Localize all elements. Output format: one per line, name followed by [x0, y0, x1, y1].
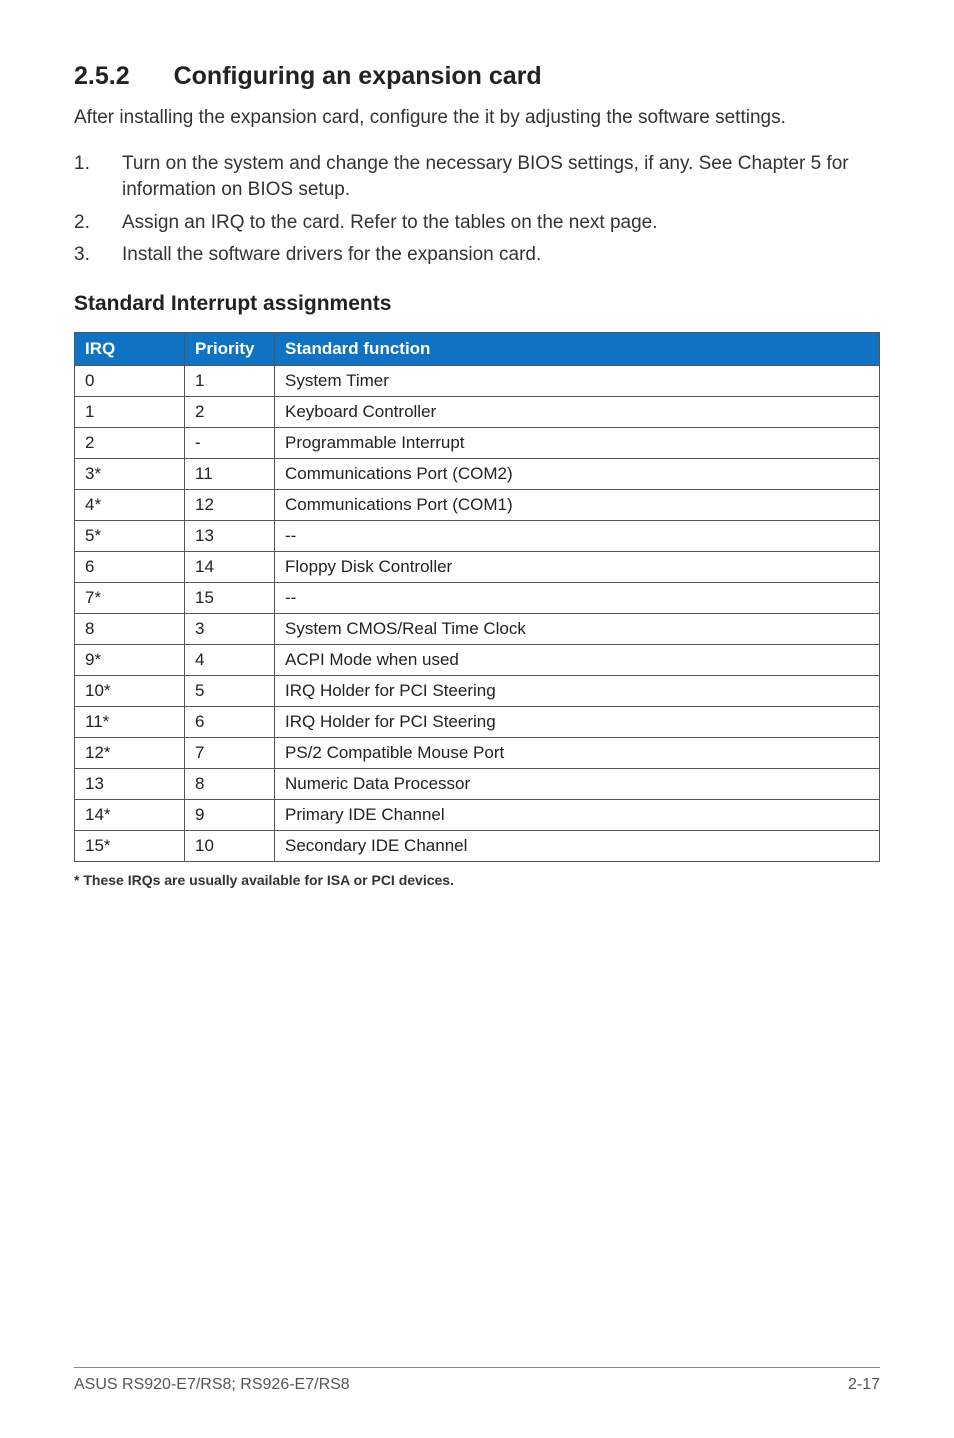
footer-left: ASUS RS920-E7/RS8; RS926-E7/RS8 — [74, 1376, 350, 1394]
cell-priority: 3 — [185, 614, 275, 645]
cell-irq: 14* — [75, 800, 185, 831]
cell-function: Communications Port (COM1) — [275, 490, 880, 521]
cell-function: System CMOS/Real Time Clock — [275, 614, 880, 645]
col-header-function: Standard function — [275, 333, 880, 366]
table-row: 83System CMOS/Real Time Clock — [75, 614, 880, 645]
section-title: Configuring an expansion card — [174, 62, 542, 90]
step-text: Install the software drivers for the exp… — [122, 242, 541, 268]
table-row: 15*10Secondary IDE Channel — [75, 831, 880, 862]
steps-list: 1. Turn on the system and change the nec… — [74, 151, 880, 268]
table-row: 614Floppy Disk Controller — [75, 552, 880, 583]
cell-function: Primary IDE Channel — [275, 800, 880, 831]
cell-priority: 14 — [185, 552, 275, 583]
step-item: 3. Install the software drivers for the … — [74, 242, 880, 268]
page-footer: ASUS RS920-E7/RS8; RS926-E7/RS8 2-17 — [74, 1367, 880, 1394]
intro-paragraph: After installing the expansion card, con… — [74, 105, 880, 131]
cell-priority: 10 — [185, 831, 275, 862]
cell-function: Numeric Data Processor — [275, 769, 880, 800]
cell-priority: 1 — [185, 366, 275, 397]
step-text: Assign an IRQ to the card. Refer to the … — [122, 210, 658, 236]
cell-priority: 7 — [185, 738, 275, 769]
cell-irq: 13 — [75, 769, 185, 800]
irq-table: IRQ Priority Standard function 01System … — [74, 332, 880, 862]
section-heading: 2.5.2 Configuring an expansion card — [74, 62, 880, 91]
cell-priority: 5 — [185, 676, 275, 707]
col-header-irq: IRQ — [75, 333, 185, 366]
cell-irq: 11* — [75, 707, 185, 738]
cell-irq: 15* — [75, 831, 185, 862]
cell-irq: 4* — [75, 490, 185, 521]
cell-function: Floppy Disk Controller — [275, 552, 880, 583]
cell-function: ACPI Mode when used — [275, 645, 880, 676]
cell-irq: 3* — [75, 459, 185, 490]
table-row: 9*4ACPI Mode when used — [75, 645, 880, 676]
cell-irq: 5* — [75, 521, 185, 552]
step-number: 2. — [74, 210, 122, 236]
cell-priority: 13 — [185, 521, 275, 552]
cell-irq: 8 — [75, 614, 185, 645]
table-row: 3*11Communications Port (COM2) — [75, 459, 880, 490]
table-row: 12Keyboard Controller — [75, 397, 880, 428]
cell-irq: 9* — [75, 645, 185, 676]
table-row: 5*13-- — [75, 521, 880, 552]
table-row: 138Numeric Data Processor — [75, 769, 880, 800]
step-item: 2. Assign an IRQ to the card. Refer to t… — [74, 210, 880, 236]
table-row: 11*6IRQ Holder for PCI Steering — [75, 707, 880, 738]
table-row: 14*9Primary IDE Channel — [75, 800, 880, 831]
cell-function: IRQ Holder for PCI Steering — [275, 707, 880, 738]
cell-priority: 8 — [185, 769, 275, 800]
cell-priority: 12 — [185, 490, 275, 521]
cell-priority: 6 — [185, 707, 275, 738]
table-row: 12*7PS/2 Compatible Mouse Port — [75, 738, 880, 769]
step-item: 1. Turn on the system and change the nec… — [74, 151, 880, 203]
table-row: 10*5IRQ Holder for PCI Steering — [75, 676, 880, 707]
cell-function: Programmable Interrupt — [275, 428, 880, 459]
cell-function: IRQ Holder for PCI Steering — [275, 676, 880, 707]
step-number: 1. — [74, 151, 122, 203]
table-row: 4*12Communications Port (COM1) — [75, 490, 880, 521]
table-row: 2-Programmable Interrupt — [75, 428, 880, 459]
cell-priority: 4 — [185, 645, 275, 676]
cell-function: Secondary IDE Channel — [275, 831, 880, 862]
cell-priority: 9 — [185, 800, 275, 831]
cell-irq: 12* — [75, 738, 185, 769]
cell-priority: 15 — [185, 583, 275, 614]
cell-irq: 2 — [75, 428, 185, 459]
cell-function: PS/2 Compatible Mouse Port — [275, 738, 880, 769]
table-header-row: IRQ Priority Standard function — [75, 333, 880, 366]
table-row: 01System Timer — [75, 366, 880, 397]
cell-irq: 0 — [75, 366, 185, 397]
section-number: 2.5.2 — [74, 62, 130, 91]
step-text: Turn on the system and change the necess… — [122, 151, 880, 203]
cell-function: System Timer — [275, 366, 880, 397]
table-row: 7*15-- — [75, 583, 880, 614]
cell-irq: 10* — [75, 676, 185, 707]
cell-function: Keyboard Controller — [275, 397, 880, 428]
cell-function: -- — [275, 521, 880, 552]
table-footnote: * These IRQs are usually available for I… — [74, 872, 880, 888]
cell-priority: 11 — [185, 459, 275, 490]
cell-priority: 2 — [185, 397, 275, 428]
table-heading: Standard Interrupt assignments — [74, 292, 880, 316]
cell-irq: 7* — [75, 583, 185, 614]
cell-irq: 6 — [75, 552, 185, 583]
col-header-priority: Priority — [185, 333, 275, 366]
footer-right: 2-17 — [848, 1376, 880, 1394]
cell-function: -- — [275, 583, 880, 614]
cell-function: Communications Port (COM2) — [275, 459, 880, 490]
cell-irq: 1 — [75, 397, 185, 428]
cell-priority: - — [185, 428, 275, 459]
step-number: 3. — [74, 242, 122, 268]
